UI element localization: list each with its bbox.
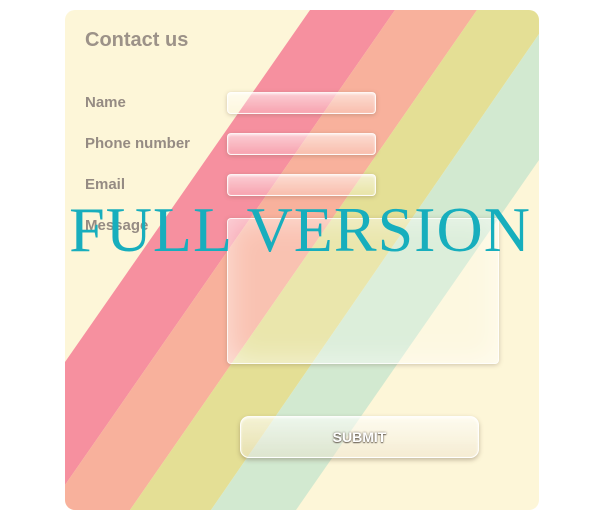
- name-label: Name: [85, 94, 126, 111]
- email-label: Email: [85, 176, 126, 193]
- message-textarea[interactable]: [227, 218, 499, 364]
- submit-button[interactable]: SUBMIT: [240, 416, 479, 458]
- message-label: Message: [85, 217, 149, 234]
- form-title: Contact us: [85, 29, 189, 51]
- phone-number-label: Phone number: [85, 135, 191, 152]
- phone-number-input[interactable]: [227, 133, 376, 155]
- email-input[interactable]: [227, 174, 376, 196]
- contact-form-card: Contact us Name Phone number Email Messa…: [65, 10, 539, 510]
- name-input[interactable]: [227, 92, 376, 114]
